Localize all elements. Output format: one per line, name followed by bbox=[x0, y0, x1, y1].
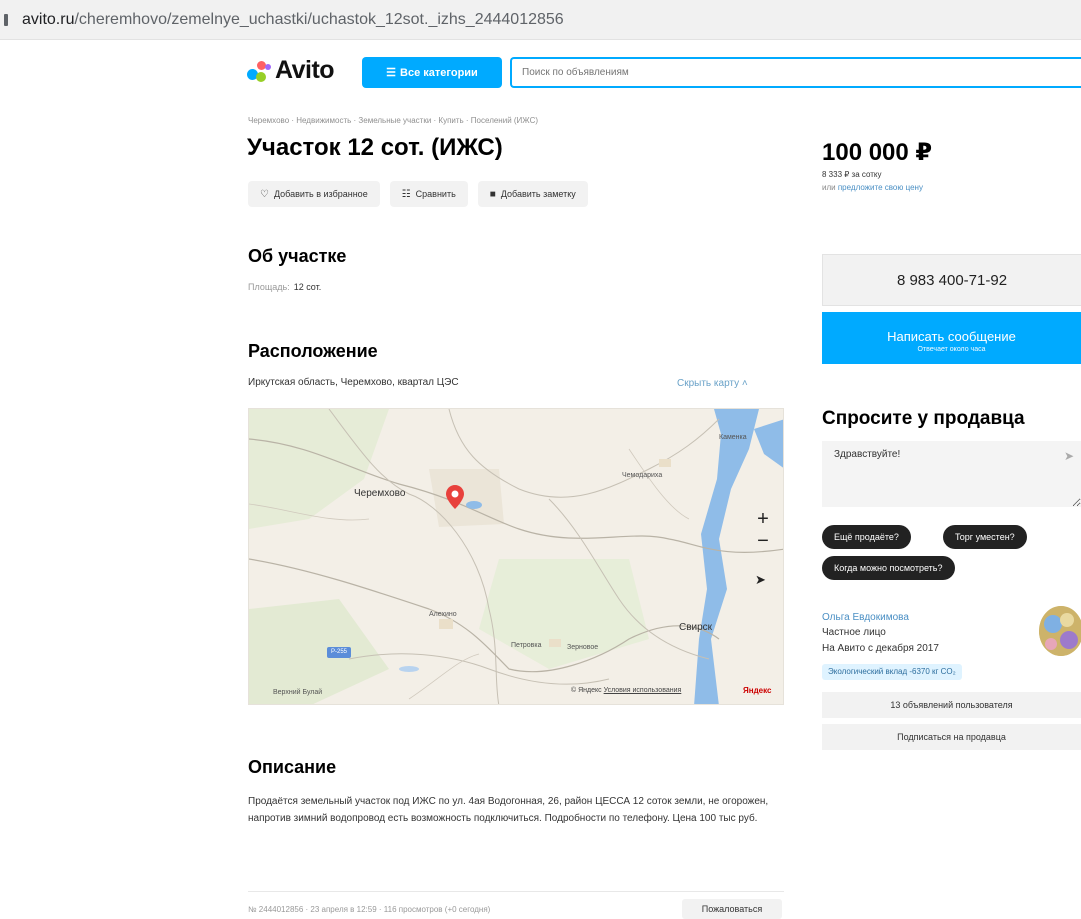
message-button-sublabel: Отвечает около часа bbox=[917, 346, 986, 353]
yandex-logo[interactable]: Яндекс bbox=[743, 686, 771, 695]
add-to-favorites-button[interactable]: ♡ Добавить в избранное bbox=[248, 181, 380, 207]
road-sign: Р-255 bbox=[327, 647, 351, 658]
url-path: /cheremhovo/zemelnye_uchastki/uchastok_1… bbox=[74, 11, 564, 28]
favorite-label: Добавить в избранное bbox=[273, 189, 368, 199]
subscribe-seller-button[interactable]: Подписаться на продавца bbox=[822, 724, 1081, 750]
ask-seller-heading: Спросите у продавца bbox=[822, 408, 1025, 429]
categories-label: Все категории bbox=[400, 66, 478, 79]
chip-bargain[interactable]: Торг уместен? bbox=[943, 525, 1027, 549]
url-text[interactable]: avito.ru/cheremhovo/zemelnye_uchastki/uc… bbox=[22, 11, 564, 29]
map-terms-link[interactable]: Условия использования bbox=[604, 687, 682, 694]
site-info-icon[interactable] bbox=[4, 14, 8, 26]
complain-button[interactable]: Пожаловаться bbox=[682, 899, 782, 919]
all-categories-button[interactable]: ☰ Все категории bbox=[362, 57, 502, 88]
map-label-kamenka: Каменка bbox=[719, 434, 747, 441]
seller-since: На Авито с декабря 2017 bbox=[822, 643, 939, 654]
user-ads-button[interactable]: 13 объявлений пользователя bbox=[822, 692, 1081, 718]
seller-type: Частное лицо bbox=[822, 627, 886, 638]
eco-badge: Экологический вклад -6370 кг CO₂ bbox=[822, 664, 962, 680]
breadcrumb[interactable]: Черемхово · Недвижимость · Земельные уча… bbox=[248, 116, 538, 125]
message-button-label: Написать сообщение bbox=[887, 329, 1016, 344]
url-domain: avito.ru bbox=[22, 11, 75, 28]
offer-price-link[interactable]: предложите свою цену bbox=[838, 183, 923, 192]
divider bbox=[248, 891, 784, 892]
add-note-button[interactable]: ■ Добавить заметку bbox=[477, 181, 588, 207]
note-label: Добавить заметку bbox=[500, 189, 576, 199]
search-input[interactable] bbox=[510, 57, 1081, 88]
map-copyright: © Яндекс Условия использования bbox=[571, 687, 681, 694]
address: Иркутская область, Черемхово, квартал ЦЭ… bbox=[248, 377, 459, 388]
area-row: Площадь: 12 сот. bbox=[248, 282, 321, 292]
avito-logo[interactable]: Avito bbox=[247, 56, 335, 85]
ask-seller-input[interactable]: Здравствуйте! bbox=[822, 441, 1081, 507]
map-label-petrovka: Петровка bbox=[511, 642, 542, 649]
zoom-in-button[interactable]: + bbox=[751, 508, 775, 530]
listing-meta: № 2444012856 · 23 апреля в 12:59 · 116 п… bbox=[248, 905, 491, 914]
compare-icon: ☷ bbox=[401, 188, 411, 200]
compare-button[interactable]: ☷ Сравнить bbox=[389, 181, 468, 207]
area-label: Площадь: bbox=[248, 282, 290, 292]
note-icon: ■ bbox=[489, 188, 496, 200]
send-icon[interactable]: ➤ bbox=[1064, 449, 1074, 463]
listing-actions: ♡ Добавить в избранное ☷ Сравнить ■ Добавит… bbox=[248, 181, 588, 207]
logo-text: Avito bbox=[275, 56, 335, 84]
offer-prefix: или bbox=[822, 183, 836, 192]
categories-icon: ☰ bbox=[386, 67, 397, 79]
location-map[interactable]: Черемхово Каменка Чемодариха Алехино Сви… bbox=[248, 408, 784, 705]
compare-label: Сравнить bbox=[415, 189, 456, 199]
page-title: Участок 12 сот. (ИЖС) bbox=[247, 134, 503, 161]
map-label-chemodariha: Чемодариха bbox=[622, 472, 663, 479]
about-heading: Об участке bbox=[248, 246, 347, 266]
chip-when-to-view[interactable]: Когда можно посмотреть? bbox=[822, 556, 955, 580]
send-message-button[interactable]: Написать сообщение Отвечает около часа bbox=[822, 312, 1081, 364]
geolocation-icon[interactable]: ➤ bbox=[755, 572, 766, 588]
chip-still-selling[interactable]: Ещё продаёте? bbox=[822, 525, 911, 549]
offer-price-row: или предложите свою цену bbox=[822, 183, 923, 192]
map-label-aleksino: Алехино bbox=[429, 611, 457, 618]
heart-icon: ♡ bbox=[260, 188, 269, 200]
map-label-svirsk: Свирск bbox=[679, 622, 713, 633]
browser-address-bar[interactable]: avito.ru/cheremhovo/zemelnye_uchastki/uc… bbox=[0, 0, 1081, 40]
seller-avatar[interactable] bbox=[1039, 606, 1081, 656]
price-per-unit: 8 333 ₽ за сотку bbox=[822, 170, 882, 179]
copyright-text: © Яндекс bbox=[571, 687, 602, 694]
map-label-zernovoe: Зерновое bbox=[567, 644, 599, 651]
avito-logo-icon bbox=[247, 60, 271, 82]
map-canvas bbox=[249, 409, 783, 704]
show-phone-button[interactable]: 8 983 400-71-92 bbox=[822, 254, 1081, 306]
zoom-out-button[interactable]: − bbox=[751, 530, 775, 552]
price: 100 000 ₽ bbox=[822, 139, 933, 166]
hide-map-link[interactable]: Скрыть карту ˄ bbox=[677, 378, 748, 389]
description-text: Продаётся земельный участок под ИЖС по у… bbox=[248, 796, 769, 824]
description-heading: Описание bbox=[248, 757, 337, 777]
location-heading: Расположение bbox=[248, 341, 378, 361]
map-label-cheremkhovo: Черемхово bbox=[354, 488, 406, 499]
seller-name-link[interactable]: Ольга Евдокимова bbox=[822, 612, 909, 623]
map-pin-icon[interactable] bbox=[446, 485, 464, 509]
map-label-verkhniy-bulay: Верхний Булай bbox=[273, 689, 323, 696]
area-value: 12 сот. bbox=[293, 282, 322, 292]
map-zoom-controls: + − bbox=[751, 508, 775, 552]
